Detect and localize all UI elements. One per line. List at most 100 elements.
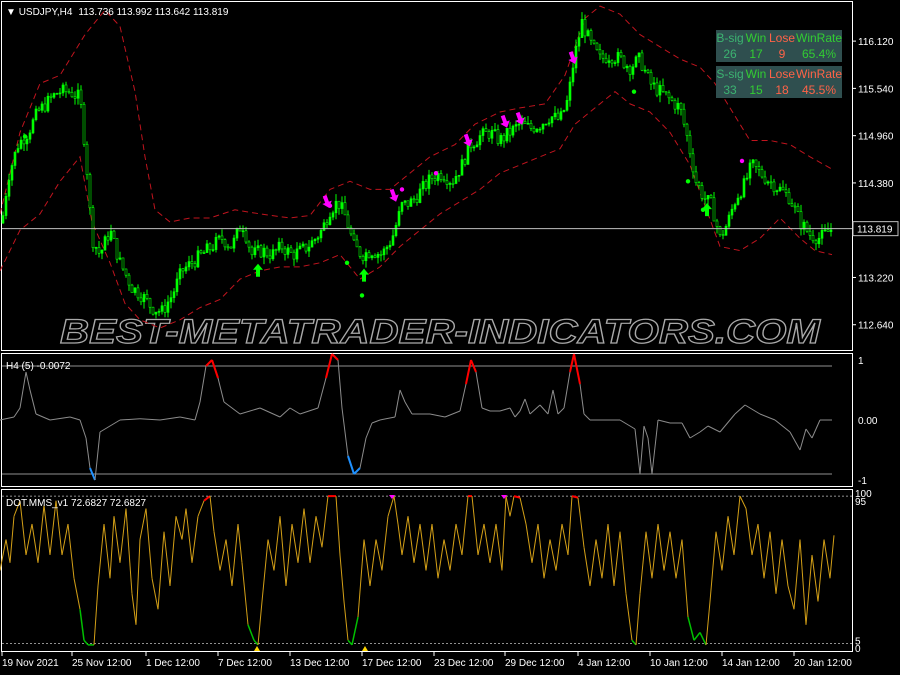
candle xyxy=(754,159,758,174)
candle xyxy=(175,272,179,296)
candle xyxy=(688,130,692,158)
candle xyxy=(169,290,173,309)
indicator1-segment xyxy=(634,428,641,475)
candle xyxy=(790,198,794,207)
candle xyxy=(382,246,386,261)
mt4-chart: BEST-METATRADER-INDICATORS.COM ▼ USDJPY,… xyxy=(0,1,899,669)
candle xyxy=(289,245,293,253)
indicator1-segment xyxy=(99,419,121,433)
candle xyxy=(562,109,566,113)
candle xyxy=(58,87,62,99)
sell-rate: 45.5% xyxy=(801,83,837,97)
candle xyxy=(250,245,254,260)
buy-dot xyxy=(700,207,706,213)
candle xyxy=(511,124,515,138)
indicator1-segment xyxy=(0,416,15,421)
candle xyxy=(739,195,743,201)
candle xyxy=(103,234,107,251)
candle xyxy=(619,49,623,59)
indicator2-segment xyxy=(787,585,795,610)
candle xyxy=(43,97,47,113)
indicator2-segment xyxy=(757,523,765,579)
candle xyxy=(67,88,71,95)
candle xyxy=(799,204,803,236)
indicator1-segment xyxy=(365,422,373,439)
candle xyxy=(127,273,131,291)
indicator1-segment xyxy=(639,425,645,475)
candle xyxy=(727,211,731,229)
sell-dot xyxy=(433,170,439,176)
candle xyxy=(142,291,146,309)
candle xyxy=(712,191,716,222)
candle xyxy=(400,201,404,215)
indicator2-segment xyxy=(567,496,573,556)
price-tick-label: 114.380 xyxy=(858,179,894,190)
candle xyxy=(529,120,533,132)
candle xyxy=(598,43,602,60)
indicator2-segment xyxy=(43,505,51,556)
candle xyxy=(178,263,182,286)
candle xyxy=(547,118,551,127)
indicator2-axis-label: 0 xyxy=(855,644,861,655)
candle xyxy=(97,240,101,258)
candle xyxy=(487,129,491,142)
candle xyxy=(343,195,347,216)
indicator1-segment xyxy=(341,407,349,457)
candle xyxy=(616,48,620,67)
candle xyxy=(550,116,554,128)
indicator2-segment xyxy=(443,539,451,571)
current-price-text: 113.819 xyxy=(857,225,893,236)
buy-lose-label: Lose xyxy=(768,31,796,45)
title-triangle-icon: ▼ xyxy=(6,7,19,18)
indicator2-segment xyxy=(67,523,75,579)
candle xyxy=(328,212,332,226)
price-tick-label: 116.120 xyxy=(858,37,894,48)
indicator2-segment xyxy=(619,531,627,594)
indicator1-axis: 1 0.00 -1 xyxy=(858,356,878,487)
candle xyxy=(607,54,611,68)
indicator2-segment xyxy=(369,539,377,587)
candle xyxy=(640,49,644,72)
candle xyxy=(259,244,263,259)
indicator2-segment xyxy=(811,554,819,602)
candle xyxy=(358,245,362,259)
indicator1-segment xyxy=(657,419,671,424)
indicator1-segment xyxy=(139,418,161,421)
indicator2-segment xyxy=(657,523,665,571)
candle xyxy=(187,255,191,271)
indicator1-segment xyxy=(259,407,281,418)
indicator1-segment xyxy=(509,407,516,418)
indicator2-segment xyxy=(607,523,615,587)
candle xyxy=(403,200,407,206)
candle xyxy=(325,219,329,229)
indicator1-segment xyxy=(194,401,201,421)
candle xyxy=(505,127,509,144)
candle xyxy=(772,178,776,196)
indicator2-segment xyxy=(715,531,723,571)
indicator2-segment xyxy=(103,523,111,579)
candle xyxy=(226,243,230,251)
candle xyxy=(247,240,251,253)
candle xyxy=(445,173,449,190)
indicator1-segment xyxy=(519,398,526,412)
candle xyxy=(745,172,749,181)
candle xyxy=(19,136,23,150)
candle xyxy=(541,123,545,135)
candle xyxy=(757,161,761,177)
candle xyxy=(412,195,416,204)
candle xyxy=(796,203,800,213)
sell-arrow-icon xyxy=(322,195,332,208)
candle xyxy=(388,240,392,251)
candle xyxy=(385,245,389,255)
indicator2-segment xyxy=(537,523,545,579)
candle xyxy=(658,80,662,103)
candle xyxy=(442,175,446,183)
indicator1-segment xyxy=(681,422,691,439)
indicator2-segment xyxy=(555,523,563,571)
candle xyxy=(283,246,287,261)
buy-win-label: Win xyxy=(745,31,767,45)
indicator2-segment xyxy=(651,523,659,579)
candle xyxy=(820,224,824,245)
candle xyxy=(586,28,590,37)
indicator1-segment xyxy=(573,353,581,385)
